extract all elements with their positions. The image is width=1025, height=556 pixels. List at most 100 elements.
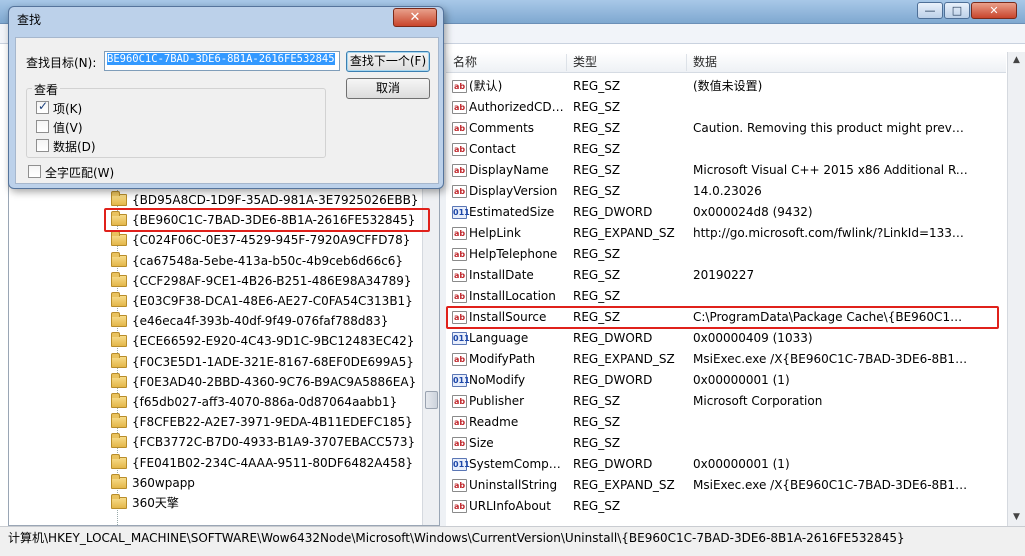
value-type: REG_SZ — [573, 310, 621, 324]
tree-item-label: {ECE66592-E920-4C43-9D1C-9BC12483EC42} — [132, 334, 415, 349]
tree-item-label: {f65db027-aff3-4070-886a-0d87064aabb1} — [132, 395, 398, 409]
value-data: 14.0.23026 — [693, 184, 762, 198]
tree-item[interactable]: {C024F06C-0E37-4529-945F-7920A9CFFD78} — [111, 230, 410, 250]
list-scrollbar[interactable]: ▲ ▼ — [1007, 52, 1025, 526]
find-target-input[interactable]: BE960C1C-7BAD-3DE6-8B1A-2616FE532845 — [104, 51, 340, 71]
tree-item[interactable]: {ECE66592-E920-4C43-9D1C-9BC12483EC42} — [111, 331, 414, 351]
tree-item[interactable]: {F8CFEB22-A2E7-3971-9EDA-4B11EDEFC185} — [111, 412, 413, 432]
tree-item[interactable]: {BE960C1C-7BAD-3DE6-8B1A-2616FE532845} — [111, 210, 415, 230]
folder-icon — [111, 231, 127, 247]
minimize-button[interactable]: — — [917, 2, 943, 19]
registry-value-row[interactable]: ab Publisher REG_SZ Microsoft Corporation — [446, 391, 1006, 412]
registry-value-row[interactable]: ab Comments REG_SZ Caution. Removing this p… — [446, 118, 1006, 139]
value-type: REG_SZ — [573, 184, 621, 198]
registry-value-row[interactable]: ab ModifyPath REG_EXPAND_SZ MsiExec.exe /X{… — [446, 349, 1006, 370]
tree-item[interactable]: {FE041B02-234C-4AAA-9511-80DF6482A458} — [111, 453, 413, 473]
tree-item[interactable]: 360天擎 — [111, 493, 179, 513]
value-type: REG_SZ — [573, 289, 621, 303]
find-close-button[interactable]: ✕ — [393, 8, 437, 27]
string-value-icon: ab — [452, 227, 467, 240]
value-type: REG_SZ — [573, 268, 621, 282]
tree-item-label: {CCF298AF-9CE1-4B26-B251-486E98A34789} — [132, 273, 412, 288]
registry-value-row[interactable]: 011 SystemCompo... REG_DWORD 0x00000001 (1) — [446, 454, 1006, 475]
registry-value-row[interactable]: 011 Language REG_DWORD 0x00000409 (1033) — [446, 328, 1006, 349]
maximize-button[interactable]: □ — [944, 2, 970, 19]
column-header-name[interactable]: 名称 — [453, 52, 477, 73]
values-checkbox-label[interactable]: 值(V) — [53, 119, 83, 136]
value-data: Microsoft Visual C++ 2015 x86 Additional… — [693, 163, 968, 177]
value-name: DisplayName — [469, 163, 549, 177]
string-value-icon: ab — [452, 248, 467, 261]
tree-item[interactable]: {ca67548a-5ebe-413a-b50c-4b9ceb6d66c6} — [111, 251, 403, 271]
string-value-icon: ab — [452, 185, 467, 198]
registry-value-row[interactable]: ab HelpLink REG_EXPAND_SZ http://go.microso… — [446, 223, 1006, 244]
tree-scroll-thumb[interactable] — [425, 391, 438, 409]
tree-item[interactable]: {E03C9F38-DCA1-48E6-AE27-C0FA54C313B1} — [111, 291, 413, 311]
dword-value-icon: 011 — [452, 374, 470, 387]
value-data: http://go.microsoft.com/fwlink/?LinkId=1… — [693, 226, 968, 240]
value-type: REG_EXPAND_SZ — [573, 478, 675, 492]
find-titlebar[interactable]: 查找 ✕ — [9, 7, 443, 31]
registry-value-row[interactable]: ab Contact REG_SZ — [446, 139, 1006, 160]
registry-value-row[interactable]: ab Size REG_SZ — [446, 433, 1006, 454]
value-name: UninstallString — [469, 478, 558, 492]
find-target-label: 查找目标(N): — [26, 56, 97, 70]
registry-value-row[interactable]: 011 EstimatedSize REG_DWORD 0x000024d8 (943… — [446, 202, 1006, 223]
registry-value-row[interactable]: ab UninstallString REG_EXPAND_SZ MsiExec.ex… — [446, 475, 1006, 496]
scroll-down-arrow-icon[interactable]: ▼ — [1008, 509, 1025, 526]
registry-value-row[interactable]: ab (默认) REG_SZ (数值未设置) — [446, 76, 1006, 97]
value-data: 0x000024d8 (9432) — [693, 205, 813, 219]
keys-checkbox[interactable] — [36, 99, 49, 114]
registry-value-row[interactable]: ab InstallDate REG_SZ 20190227 — [446, 265, 1006, 286]
cancel-button[interactable]: 取消 — [346, 78, 430, 99]
value-type: REG_EXPAND_SZ — [573, 226, 675, 240]
tree-item[interactable]: {CCF298AF-9CE1-4B26-B251-486E98A34789} — [111, 271, 411, 291]
value-data: 0x00000409 (1033) — [693, 331, 813, 345]
string-value-icon: ab — [452, 479, 467, 492]
folder-icon — [111, 312, 127, 328]
close-button[interactable]: ✕ — [971, 2, 1017, 19]
find-dialog-title: 查找 — [17, 13, 42, 27]
find-next-button[interactable]: 查找下一个(F) — [346, 51, 430, 72]
value-type: REG_SZ — [573, 394, 621, 408]
scroll-up-arrow-icon[interactable]: ▲ — [1008, 52, 1025, 69]
tree-item[interactable]: 360wpapp — [111, 473, 195, 493]
string-value-icon: ab — [452, 164, 467, 177]
values-checkbox[interactable] — [36, 120, 49, 133]
folder-icon — [111, 211, 127, 227]
tree-item[interactable]: {e46eca4f-393b-40df-9f49-076faf788d83} — [111, 311, 388, 331]
value-name: InstallDate — [469, 268, 534, 282]
registry-value-row[interactable]: ab URLInfoAbout REG_SZ — [446, 496, 1006, 517]
value-name: SystemCompo... — [469, 457, 567, 471]
value-data: MsiExec.exe /X{BE960C1C-7BAD-3DE6-8B1A-.… — [693, 352, 968, 366]
data-checkbox-label[interactable]: 数据(D) — [53, 138, 96, 155]
folder-icon — [111, 372, 127, 388]
tree-item[interactable]: {BD95A8CD-1D9F-35AD-981A-3E7925026EBB} — [111, 190, 418, 210]
value-name: NoModify — [469, 373, 526, 387]
tree-item-label: 360天擎 — [132, 496, 179, 510]
data-checkbox[interactable] — [36, 139, 49, 152]
value-name: EstimatedSize — [469, 205, 555, 219]
tree-item[interactable]: {FCB3772C-B7D0-4933-B1A9-3707EBACC573} — [111, 432, 415, 452]
column-header-type[interactable]: 类型 — [573, 52, 597, 73]
folder-icon — [111, 413, 127, 429]
registry-value-row[interactable]: ab InstallLocation REG_SZ — [446, 286, 1006, 307]
match-whole-checkbox[interactable] — [28, 165, 41, 178]
tree-item[interactable]: {F0E3AD40-2BBD-4360-9C76-B9AC9A5886EA} — [111, 372, 416, 392]
tree-item[interactable]: {F0C3E5D1-1ADE-321E-8167-68EF0DE699A5} — [111, 352, 414, 372]
tree-item-label: {FCB3772C-B7D0-4933-B1A9-3707EBACC573} — [132, 435, 416, 450]
match-whole-label[interactable]: 全字匹配(W) — [45, 164, 114, 181]
column-header-data[interactable]: 数据 — [693, 52, 717, 73]
tree-item[interactable]: {f65db027-aff3-4070-886a-0d87064aabb1} — [111, 392, 397, 412]
folder-icon — [111, 332, 127, 348]
registry-value-row[interactable]: ab DisplayVersion REG_SZ 14.0.23026 — [446, 181, 1006, 202]
registry-value-row[interactable]: ab AuthorizedCDF... REG_SZ — [446, 97, 1006, 118]
registry-value-row[interactable]: ab DisplayName REG_SZ Microsoft Visual C++ … — [446, 160, 1006, 181]
registry-value-row[interactable]: 011 NoModify REG_DWORD 0x00000001 (1) — [446, 370, 1006, 391]
value-name: Language — [469, 331, 529, 345]
registry-value-row[interactable]: ab InstallSource REG_SZ C:\ProgramData\Pack… — [446, 307, 1006, 328]
keys-checkbox-label[interactable]: 项(K) — [53, 100, 82, 117]
values-list[interactable]: 名称 类型 数据 ab (默认) REG_SZ (数值未设置) ab Authorized… — [446, 44, 1025, 526]
registry-value-row[interactable]: ab Readme REG_SZ — [446, 412, 1006, 433]
registry-value-row[interactable]: ab HelpTelephone REG_SZ — [446, 244, 1006, 265]
